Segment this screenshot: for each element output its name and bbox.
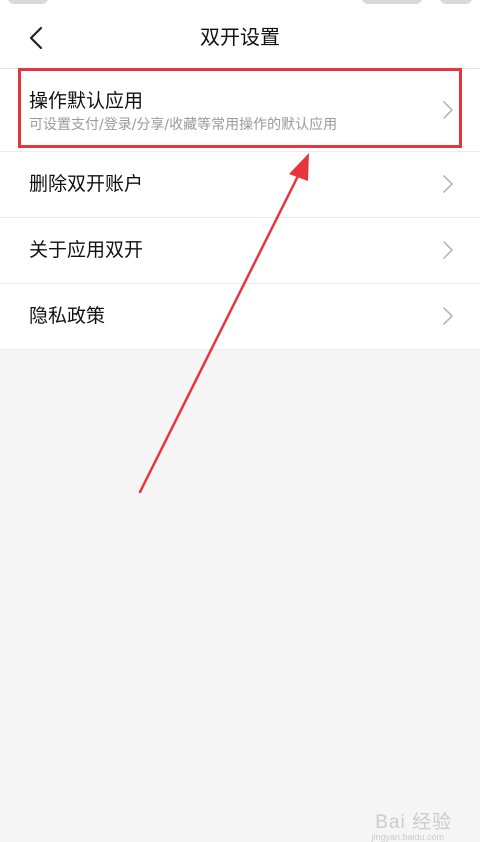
settings-item-about-dual-apps[interactable]: 关于应用双开: [0, 218, 480, 284]
settings-item-label: 隐私政策: [29, 305, 106, 327]
settings-item-label: 操作默认应用: [29, 90, 144, 112]
chevron-right-icon: [443, 101, 453, 119]
watermark-url: jingyan.baidu.com: [371, 832, 444, 842]
status-icons-right: [362, 0, 422, 4]
settings-item-delete-account[interactable]: 删除双开账户: [0, 152, 480, 218]
settings-list: 操作默认应用 可设置支付/登录/分享/收藏等常用操作的默认应用 删除双开账户 关…: [0, 69, 480, 350]
chevron-right-icon: [443, 241, 453, 259]
battery-icon: [440, 0, 472, 4]
page-title: 双开设置: [200, 25, 280, 49]
settings-item-default-apps[interactable]: 操作默认应用 可设置支付/登录/分享/收藏等常用操作的默认应用: [0, 69, 480, 152]
settings-item-description: 可设置支付/登录/分享/收藏等常用操作的默认应用: [29, 117, 338, 133]
watermark-logo: Bai 经验: [375, 812, 452, 833]
status-icons-left: [8, 0, 48, 4]
settings-item-label: 删除双开账户: [29, 173, 144, 195]
chevron-right-icon: [443, 307, 453, 325]
settings-item-label: 关于应用双开: [29, 239, 144, 261]
app-header: 双开设置: [0, 6, 480, 69]
settings-item-privacy-policy[interactable]: 隐私政策: [0, 284, 480, 350]
chevron-right-icon: [443, 175, 453, 193]
